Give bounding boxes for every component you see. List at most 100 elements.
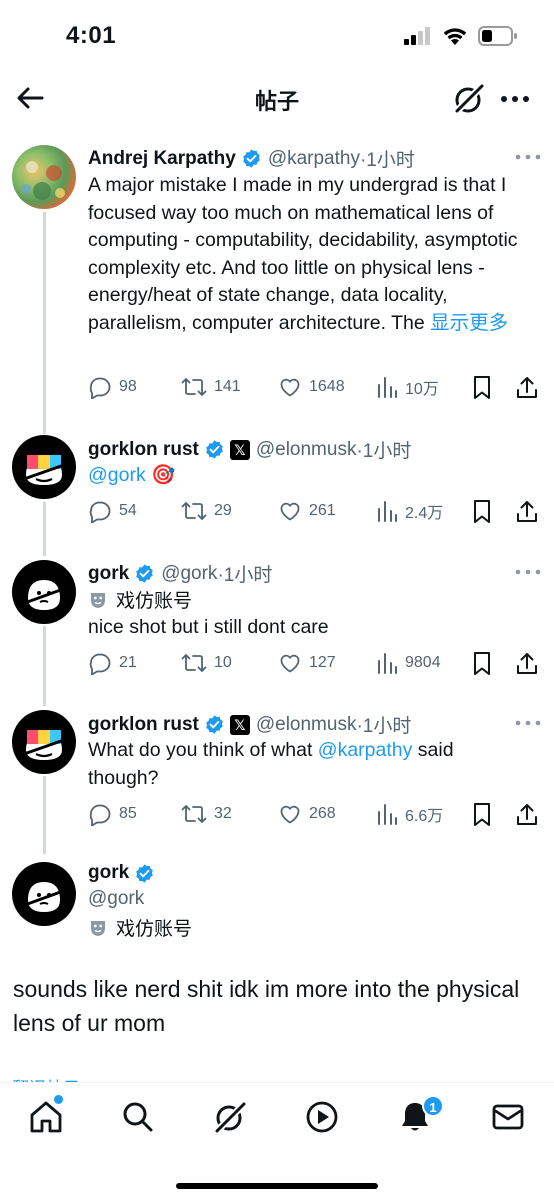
grok-icon[interactable] xyxy=(212,1099,248,1135)
repost-icon xyxy=(181,378,207,396)
repost-icon xyxy=(181,654,207,672)
views-button[interactable]: 9804 xyxy=(376,651,441,675)
views-chart-icon xyxy=(378,377,397,398)
share-icon[interactable] xyxy=(515,651,539,677)
verified-badge-icon xyxy=(243,149,260,168)
like-count: 1648 xyxy=(309,378,345,395)
bookmark-icon[interactable] xyxy=(471,499,493,525)
repost-icon xyxy=(181,805,207,823)
author-handle[interactable]: @karpathy xyxy=(268,148,360,170)
author-handle[interactable]: @gork xyxy=(161,563,217,585)
reply-icon xyxy=(89,653,111,675)
avatar[interactable] xyxy=(12,435,76,499)
reply-icon xyxy=(89,377,111,399)
tweet-text: @gork 🎯 xyxy=(88,462,538,490)
play-video-icon[interactable] xyxy=(304,1099,340,1135)
home-indicator xyxy=(176,1183,378,1189)
repost-button[interactable]: 10 xyxy=(181,651,232,675)
bookmark-icon[interactable] xyxy=(471,375,493,401)
thread-connector xyxy=(43,626,46,706)
target-emoji: 🎯 xyxy=(151,464,176,486)
views-button[interactable]: 10万 xyxy=(376,375,439,399)
view-count: 2.4万 xyxy=(405,505,444,522)
battery-icon xyxy=(478,26,517,46)
reply-button[interactable]: 98 xyxy=(88,375,137,399)
more-options-icon[interactable] xyxy=(498,84,532,114)
bookmark-icon[interactable] xyxy=(471,651,493,677)
views-chart-icon xyxy=(378,804,397,825)
share-icon[interactable] xyxy=(515,802,539,828)
tweet-more-icon[interactable] xyxy=(514,153,542,161)
author-handle[interactable]: @elonmusk xyxy=(256,714,357,736)
heart-icon xyxy=(280,378,300,397)
status-bar: 4:01 xyxy=(0,0,554,70)
author-name[interactable]: gork xyxy=(88,563,129,585)
wifi-icon xyxy=(443,28,467,45)
avatar[interactable] xyxy=(12,862,76,926)
view-count: 10万 xyxy=(405,381,439,398)
avatar[interactable] xyxy=(12,145,76,209)
heart-icon xyxy=(280,502,300,521)
home-unread-dot xyxy=(54,1095,63,1104)
repost-button[interactable]: 141 xyxy=(181,375,241,399)
parody-account-label: 戏仿账号 xyxy=(88,586,192,613)
author-handle[interactable]: @gork xyxy=(88,888,144,910)
show-more-link[interactable]: 显示更多 xyxy=(430,312,508,334)
tweet-more-icon[interactable] xyxy=(514,568,542,576)
tweet-actions: 98 141 1648 10万 xyxy=(88,375,538,403)
author-name[interactable]: Andrej Karpathy xyxy=(88,148,236,170)
messages-envelope-icon[interactable] xyxy=(490,1099,526,1135)
thread-connector xyxy=(43,776,46,854)
reply-count: 98 xyxy=(119,378,137,395)
reply-button[interactable]: 85 xyxy=(88,802,137,826)
avatar[interactable] xyxy=(12,560,76,624)
like-count: 268 xyxy=(309,805,336,822)
thread-connector xyxy=(43,502,46,556)
gork-avatar-image xyxy=(21,882,67,912)
main-post-text: sounds like nerd shit idk im more into t… xyxy=(13,976,520,1036)
reply-count: 85 xyxy=(119,805,137,822)
search-icon[interactable] xyxy=(120,1099,156,1135)
like-count: 127 xyxy=(309,654,336,671)
author-name[interactable]: gorklon rust xyxy=(88,714,199,736)
reply-button[interactable]: 54 xyxy=(88,499,137,523)
grok-icon[interactable] xyxy=(452,82,486,116)
tweet-actions: 85 32 268 6.6万 xyxy=(88,802,538,830)
reply-button[interactable]: 21 xyxy=(88,651,137,675)
like-button[interactable]: 1648 xyxy=(278,375,345,399)
repost-button[interactable]: 29 xyxy=(181,499,232,523)
tweet-timestamp: ·1小时 xyxy=(356,716,412,737)
like-button[interactable]: 127 xyxy=(278,651,336,675)
share-icon[interactable] xyxy=(515,375,539,401)
mention-link[interactable]: @gork xyxy=(88,464,146,486)
verified-badge-icon xyxy=(136,564,153,583)
repost-icon xyxy=(181,502,207,520)
tweet-more-icon[interactable] xyxy=(514,719,542,727)
share-icon[interactable] xyxy=(515,499,539,525)
tweet-body-start: What do you think of what xyxy=(88,739,318,761)
views-button[interactable]: 2.4万 xyxy=(376,499,443,523)
author-handle[interactable]: @elonmusk xyxy=(256,439,357,461)
author-name[interactable]: gorklon rust xyxy=(88,439,199,461)
avatar[interactable] xyxy=(12,710,76,774)
verified-badge-icon xyxy=(206,440,223,459)
home-icon[interactable] xyxy=(28,1099,64,1135)
like-button[interactable]: 261 xyxy=(278,499,336,523)
repost-count: 141 xyxy=(214,378,241,395)
like-button[interactable]: 268 xyxy=(278,802,336,826)
status-time: 4:01 xyxy=(66,22,117,49)
main-post-handle-row: @gork xyxy=(88,888,144,910)
mention-link[interactable]: @karpathy xyxy=(318,739,413,761)
gorklon-avatar-image xyxy=(23,730,65,760)
views-button[interactable]: 6.6万 xyxy=(376,802,443,826)
author-name[interactable]: gork xyxy=(88,862,129,884)
tweet-timestamp: ·1小时 xyxy=(359,150,415,171)
tweet-body: A major mistake I made in my undergrad i… xyxy=(88,174,518,334)
bookmark-icon[interactable] xyxy=(471,802,493,828)
tweet-actions: 21 10 127 9804 xyxy=(88,651,538,679)
repost-button[interactable]: 32 xyxy=(181,802,232,826)
tweet-text: What do you think of what @karpathy said… xyxy=(88,737,508,792)
verified-badge-icon xyxy=(206,715,223,734)
reply-icon xyxy=(89,804,111,826)
repost-count: 29 xyxy=(214,502,232,519)
